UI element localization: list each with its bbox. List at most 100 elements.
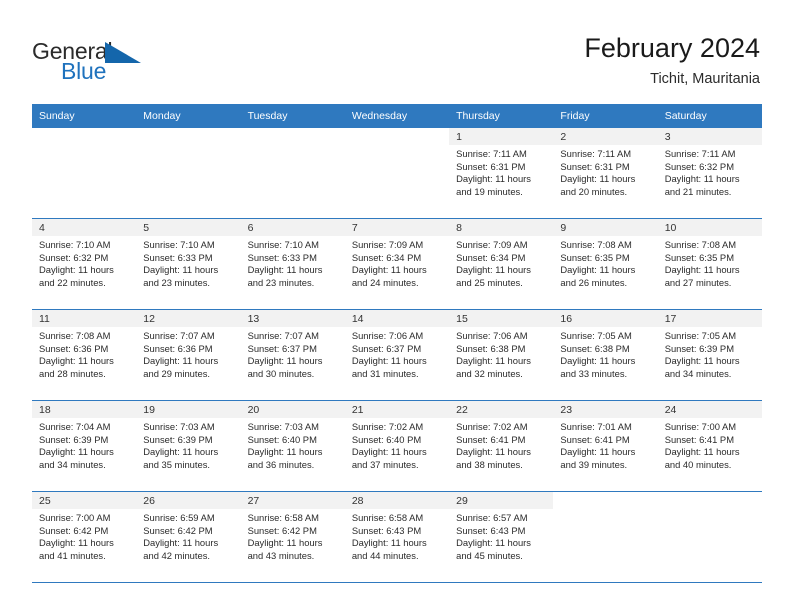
calendar-day-cell[interactable]: 28 Sunrise: 6:58 AM Sunset: 6:43 PM Dayligh…	[344, 491, 450, 583]
day-details: Sunrise: 7:08 AM Sunset: 6:35 PM Daylight:…	[658, 236, 762, 289]
day-detail-sunrise: Sunrise: 6:58 AM	[351, 512, 424, 523]
day-detail-daylight1: Daylight: 11 hours	[39, 446, 114, 458]
calendar-day-cell[interactable]: 15 Sunrise: 7:06 AM Sunset: 6:38 PM Dayligh…	[449, 309, 554, 401]
calendar-day-cell[interactable]: 1 Sunrise: 7:11 AM Sunset: 6:31 PM Daylight…	[449, 128, 554, 219]
calendar-day-cell[interactable]: 6 Sunrise: 7:10 AM Sunset: 6:33 PM Daylight…	[240, 218, 345, 310]
day-box: 27 Sunrise: 6:58 AM Sunset: 6:42 PM Dayligh…	[240, 492, 345, 582]
day-detail-sunrise: Sunrise: 7:09 AM	[351, 239, 424, 250]
calendar-page: General Blue February 2024 Tichit, Mauri…	[0, 0, 792, 612]
page-header: General Blue February 2024 Tichit, Mauri…	[0, 0, 792, 104]
calendar-day-cell[interactable]: 14 Sunrise: 7:06 AM Sunset: 6:37 PM Dayligh…	[344, 309, 450, 401]
page-subtitle: Tichit, Mauritania	[650, 71, 760, 87]
calendar-day-cell[interactable]: 8 Sunrise: 7:09 AM Sunset: 6:34 PM Daylight…	[449, 218, 554, 310]
calendar-day-cell[interactable]: 29 Sunrise: 6:57 AM Sunset: 6:43 PM Dayligh…	[449, 491, 554, 583]
calendar-day-cell[interactable]: 27 Sunrise: 6:58 AM Sunset: 6:42 PM Dayligh…	[240, 491, 345, 583]
day-detail-daylight1: Daylight: 11 hours	[143, 264, 219, 276]
calendar-day-cell[interactable]: 12 Sunrise: 7:07 AM Sunset: 6:36 PM Dayligh…	[136, 309, 241, 401]
day-box: 8 Sunrise: 7:09 AM Sunset: 6:34 PM Daylight…	[449, 219, 554, 309]
calendar-day-cell[interactable]: 21 Sunrise: 7:02 AM Sunset: 6:40 PM Dayligh…	[344, 400, 450, 492]
calendar-day-cell[interactable]: 25 Sunrise: 7:00 AM Sunset: 6:42 PM Dayligh…	[32, 491, 137, 583]
calendar-day-cell[interactable]: 13 Sunrise: 7:07 AM Sunset: 6:37 PM Dayligh…	[240, 309, 345, 401]
day-details: Sunrise: 7:09 AM Sunset: 6:34 PM Daylight:…	[345, 236, 449, 289]
day-detail-sunrise: Sunrise: 7:11 AM	[560, 148, 632, 159]
day-box: 19 Sunrise: 7:03 AM Sunset: 6:39 PM Dayligh…	[136, 401, 241, 491]
day-detail-sunset: Sunset: 6:39 PM	[39, 433, 109, 445]
day-details: Sunrise: 7:10 AM Sunset: 6:33 PM Daylight:…	[241, 236, 345, 289]
day-box: 10 Sunrise: 7:08 AM Sunset: 6:35 PM Dayligh…	[657, 219, 762, 309]
day-detail-sunset: Sunset: 6:33 PM	[247, 251, 317, 263]
day-number: 19	[136, 401, 241, 418]
day-detail-daylight1: Daylight: 11 hours	[456, 173, 531, 185]
day-detail-sunset: Sunset: 6:31 PM	[456, 160, 526, 172]
day-detail-daylight1: Daylight: 11 hours	[351, 537, 427, 549]
calendar-day-cell[interactable]: 23 Sunrise: 7:01 AM Sunset: 6:41 PM Dayligh…	[553, 400, 658, 492]
day-number: 16	[553, 310, 658, 327]
day-detail-sunset: Sunset: 6:31 PM	[560, 160, 630, 172]
day-detail-sunset: Sunset: 6:41 PM	[664, 433, 734, 445]
day-details: Sunrise: 7:06 AM Sunset: 6:38 PM Daylight:…	[449, 327, 553, 380]
day-detail-sunrise: Sunrise: 7:10 AM	[143, 239, 215, 250]
day-detail-sunrise: Sunrise: 7:11 AM	[664, 148, 736, 159]
day-detail-sunrise: Sunrise: 7:05 AM	[664, 330, 737, 341]
day-detail-sunrise: Sunrise: 6:58 AM	[247, 512, 319, 523]
calendar-day-cell	[136, 128, 241, 219]
day-details: Sunrise: 6:57 AM Sunset: 6:43 PM Daylight:…	[449, 509, 553, 562]
day-detail-sunrise: Sunrise: 7:07 AM	[143, 330, 215, 341]
calendar-day-cell[interactable]: 7 Sunrise: 7:09 AM Sunset: 6:34 PM Daylight…	[344, 218, 450, 310]
calendar-day-cell[interactable]: 17 Sunrise: 7:05 AM Sunset: 6:39 PM Dayligh…	[657, 309, 762, 401]
day-number	[553, 492, 658, 509]
day-number: 10	[657, 219, 762, 236]
day-number	[344, 128, 450, 145]
day-details: Sunrise: 7:11 AM Sunset: 6:31 PM Daylight:…	[553, 145, 657, 198]
calendar-day-cell[interactable]: 22 Sunrise: 7:02 AM Sunset: 6:41 PM Dayligh…	[449, 400, 554, 492]
weekday-header-wednesday: Wednesday	[344, 104, 450, 128]
day-details: Sunrise: 7:00 AM Sunset: 6:41 PM Daylight:…	[658, 418, 762, 471]
day-details: Sunrise: 7:06 AM Sunset: 6:37 PM Daylight:…	[345, 327, 449, 380]
day-detail-daylight2: and 36 minutes.	[247, 458, 315, 470]
day-number: 4	[32, 219, 137, 236]
day-detail-daylight2: and 24 minutes.	[351, 276, 419, 288]
calendar-day-cell[interactable]: 5 Sunrise: 7:10 AM Sunset: 6:33 PM Daylight…	[136, 218, 241, 310]
day-number: 17	[657, 310, 762, 327]
calendar-day-cell[interactable]: 9 Sunrise: 7:08 AM Sunset: 6:35 PM Daylight…	[553, 218, 658, 310]
calendar-day-cell[interactable]: 4 Sunrise: 7:10 AM Sunset: 6:32 PM Daylight…	[32, 218, 137, 310]
weekday-header-thursday: Thursday	[449, 104, 554, 128]
calendar-day-cell	[32, 128, 137, 219]
day-detail-daylight2: and 34 minutes.	[39, 458, 106, 470]
day-box: 3 Sunrise: 7:11 AM Sunset: 6:32 PM Daylight…	[657, 128, 762, 218]
day-detail-daylight1: Daylight: 11 hours	[39, 537, 114, 549]
calendar-day-cell[interactable]: 19 Sunrise: 7:03 AM Sunset: 6:39 PM Dayligh…	[136, 400, 241, 492]
calendar-grid: Sunday Monday Tuesday Wednesday Thursday…	[32, 104, 762, 583]
title-block: February 2024 Tichit, Mauritania	[584, 32, 760, 89]
calendar-day-cell[interactable]: 10 Sunrise: 7:08 AM Sunset: 6:35 PM Dayligh…	[657, 218, 762, 310]
calendar-day-cell[interactable]: 16 Sunrise: 7:05 AM Sunset: 6:38 PM Dayligh…	[553, 309, 658, 401]
day-detail-sunset: Sunset: 6:42 PM	[39, 524, 109, 536]
day-detail-daylight2: and 20 minutes.	[560, 185, 628, 197]
calendar-day-cell[interactable]: 24 Sunrise: 7:00 AM Sunset: 6:41 PM Dayligh…	[657, 400, 762, 492]
day-box: 14 Sunrise: 7:06 AM Sunset: 6:37 PM Dayligh…	[344, 310, 450, 400]
day-detail-daylight1: Daylight: 11 hours	[560, 173, 636, 185]
page-title: February 2024	[584, 33, 760, 63]
day-details: Sunrise: 6:58 AM Sunset: 6:42 PM Daylight:…	[241, 509, 345, 562]
day-detail-daylight1: Daylight: 11 hours	[664, 355, 740, 367]
day-detail-daylight2: and 33 minutes.	[560, 367, 628, 379]
day-detail-daylight2: and 43 minutes.	[247, 549, 315, 561]
day-number: 21	[344, 401, 450, 418]
day-detail-daylight1: Daylight: 11 hours	[560, 355, 636, 367]
day-detail-daylight2: and 38 minutes.	[456, 458, 523, 470]
day-detail-sunset: Sunset: 6:41 PM	[456, 433, 526, 445]
calendar-day-cell[interactable]: 26 Sunrise: 6:59 AM Sunset: 6:42 PM Dayligh…	[136, 491, 241, 583]
calendar-day-cell[interactable]: 20 Sunrise: 7:03 AM Sunset: 6:40 PM Dayligh…	[240, 400, 345, 492]
calendar-day-cell[interactable]: 3 Sunrise: 7:11 AM Sunset: 6:32 PM Daylight…	[657, 128, 762, 219]
day-detail-sunrise: Sunrise: 7:01 AM	[560, 421, 632, 432]
brand-logo[interactable]: General Blue	[32, 38, 172, 88]
calendar-day-cell[interactable]: 11 Sunrise: 7:08 AM Sunset: 6:36 PM Dayligh…	[32, 309, 137, 401]
day-detail-daylight1: Daylight: 11 hours	[247, 264, 323, 276]
calendar-day-cell[interactable]: 18 Sunrise: 7:04 AM Sunset: 6:39 PM Dayligh…	[32, 400, 137, 492]
day-number: 2	[553, 128, 658, 145]
day-detail-daylight2: and 21 minutes.	[664, 185, 732, 197]
day-detail-daylight2: and 35 minutes.	[143, 458, 210, 470]
weekday-header-tuesday: Tuesday	[240, 104, 345, 128]
day-detail-daylight1: Daylight: 11 hours	[247, 446, 323, 458]
calendar-day-cell[interactable]: 2 Sunrise: 7:11 AM Sunset: 6:31 PM Daylight…	[553, 128, 658, 219]
